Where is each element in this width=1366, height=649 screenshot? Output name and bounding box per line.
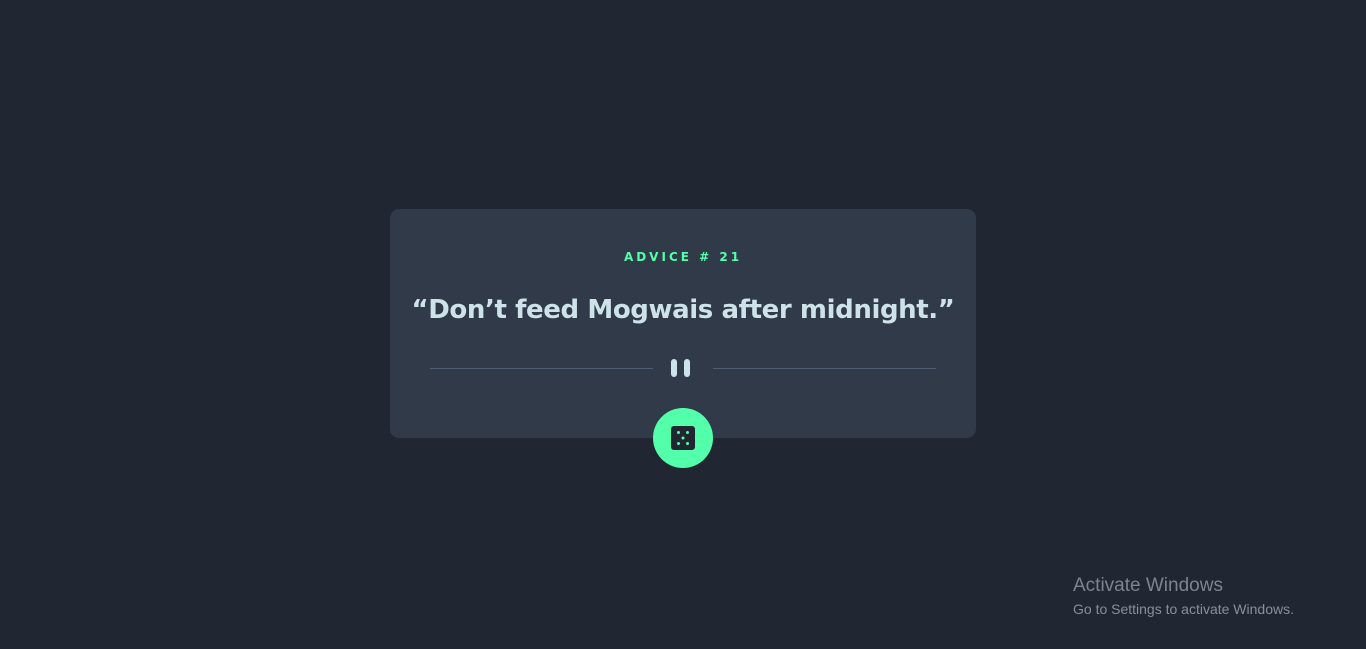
advice-card: ADVICE # 21 “Don’t feed Mogwais after mi… (390, 209, 976, 438)
advice-text: “Don’t feed Mogwais after midnight.” (411, 295, 955, 325)
divider-line-left (430, 368, 653, 369)
new-advice-button[interactable] (653, 408, 713, 468)
divider-line-right (713, 368, 936, 369)
activation-title: Activate Windows (1073, 575, 1223, 596)
windows-activation-watermark: Activate Windows Go to Settings to activ… (1073, 575, 1294, 619)
advice-number: ADVICE # 21 (623, 250, 743, 264)
dice-icon (671, 426, 695, 450)
divider (430, 358, 936, 378)
activation-subtitle: Go to Settings to activate Windows. (1073, 601, 1294, 617)
pause-icon (671, 359, 695, 377)
